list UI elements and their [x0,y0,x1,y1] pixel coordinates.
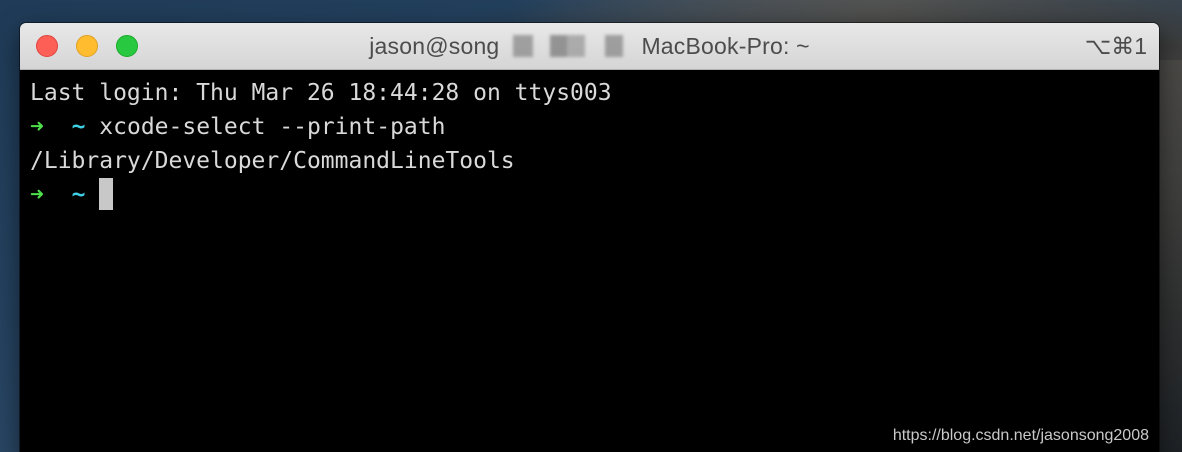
text-cursor[interactable] [99,178,114,210]
terminal-line-prompt[interactable]: ➜ ~ [30,178,1159,212]
terminal-window[interactable]: jason@song MacBook-Pro: ~ ⌥⌘1 Last login:… [20,23,1159,452]
command-text: xcode-select --print-path [99,114,446,140]
terminal-line-command: ➜ ~ xcode-select --print-path [30,110,1159,144]
prompt-directory: ~ [71,182,86,208]
prompt-arrow-icon: ➜ [30,182,44,208]
command-output: /Library/Developer/CommandLineTools [30,148,515,174]
prompt-arrow-icon: ➜ [30,114,44,140]
last-login-text: Last login: Thu Mar 26 18:44:28 on ttys0… [30,80,612,106]
terminal-content[interactable]: Last login: Thu Mar 26 18:44:28 on ttys0… [20,70,1159,452]
terminal-line-output: /Library/Developer/CommandLineTools [30,144,1159,178]
window-title-suffix: MacBook-Pro: ~ [641,33,810,59]
window-title: jason@song MacBook-Pro: ~ [20,33,1159,60]
title-bar[interactable]: jason@song MacBook-Pro: ~ ⌥⌘1 [20,23,1159,70]
watermark: https://blog.csdn.net/jasonsong2008 [892,427,1149,444]
prompt-directory: ~ [71,114,86,140]
redacted-text [505,35,636,57]
window-title-prefix: jason@song [369,33,500,59]
terminal-line-last-login: Last login: Thu Mar 26 18:44:28 on ttys0… [30,76,1159,110]
window-shortcut: ⌥⌘1 [1084,33,1147,59]
